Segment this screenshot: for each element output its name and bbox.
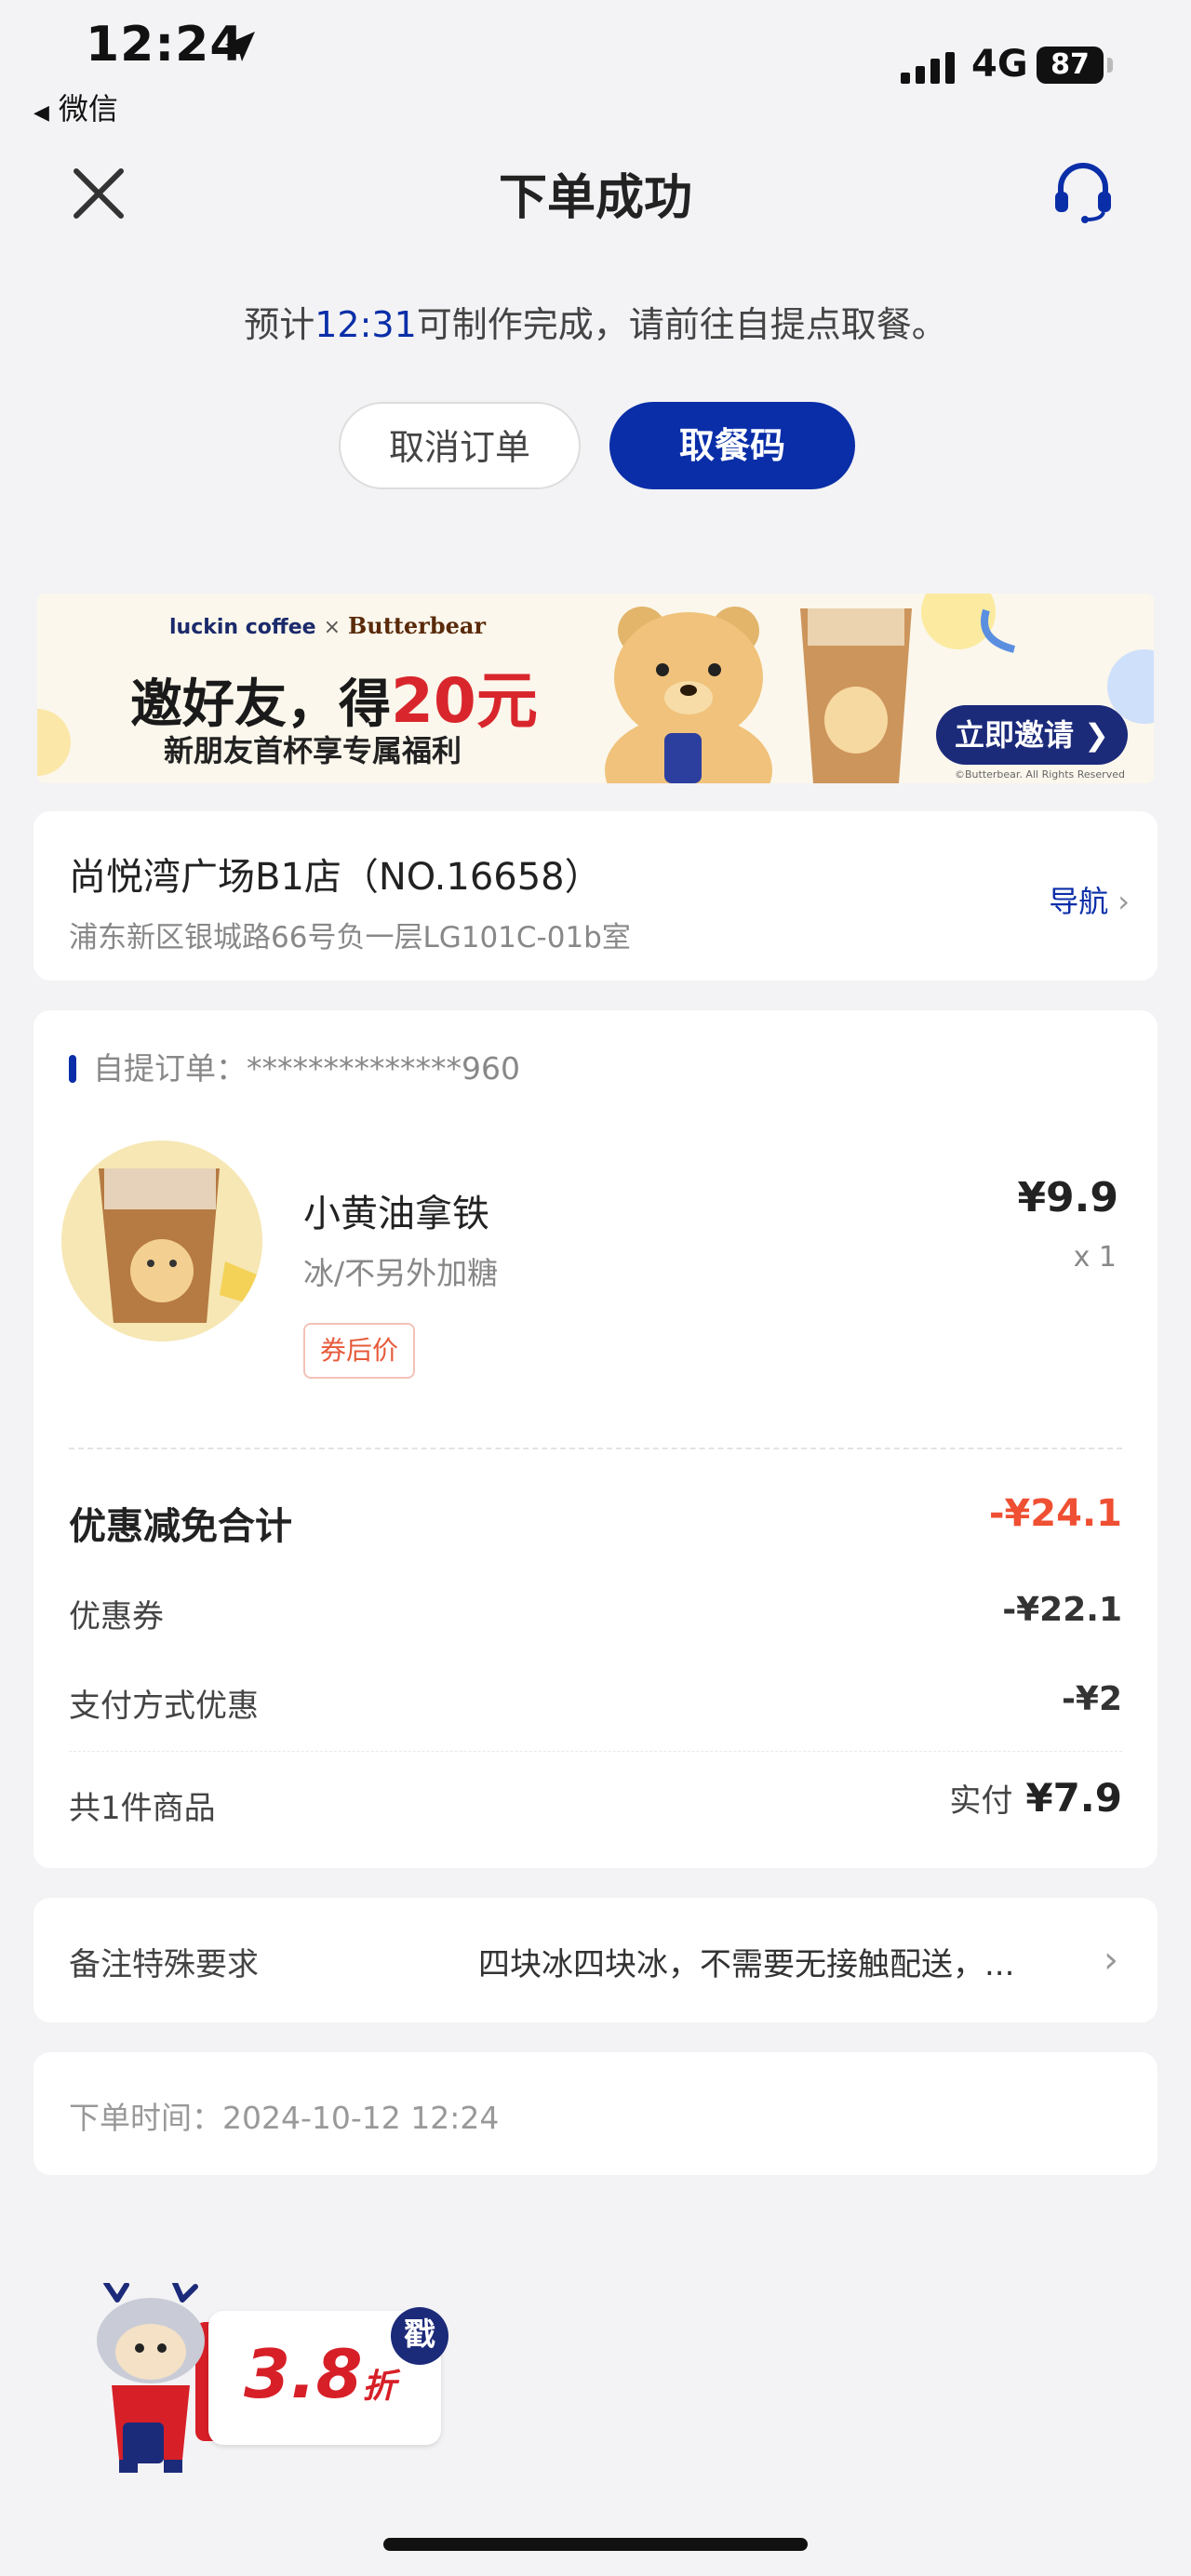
remark-text: 四块冰四块冰，不需要无接触配送，... <box>478 1946 1015 1983</box>
discount-total-value: -¥24.1 <box>988 1492 1122 1535</box>
back-app-label: 微信 <box>58 91 118 127</box>
banner-decoration <box>921 594 1016 653</box>
store-name: 尚悦湾广场B1店（NO.16658） <box>69 856 602 899</box>
remark-row[interactable]: 备注特殊要求 四块冰四块冰，不需要无接触配送，... › <box>33 1898 1158 2022</box>
item-count: 共1件商品 <box>69 1790 216 1827</box>
order-card: 自提订单：**************960 小黄油拿铁 冰/不另外加糖 券后价… <box>33 1010 1158 1868</box>
order-time-value: 2024-10-12 12:24 <box>222 2100 500 2136</box>
product-name: 小黄油拿铁 <box>303 1193 489 1235</box>
order-time-label: 下单时间： <box>69 2100 222 2136</box>
battery-level: 87 <box>1050 48 1090 81</box>
after-coupon-tag: 券后价 <box>303 1323 415 1379</box>
eta-message: 预计12:31可制作完成，请前往自提点取餐。 <box>0 296 1191 347</box>
pickup-code-button[interactable]: 取餐码 <box>609 402 855 489</box>
order-id-label: 自提订单： <box>93 1050 247 1087</box>
paid-value: ¥7.9 <box>1025 1775 1122 1821</box>
navigate-button[interactable]: 导航 › <box>1049 878 1130 921</box>
paid-label: 实付 <box>949 1782 1013 1820</box>
customer-service-icon[interactable] <box>1050 158 1117 225</box>
divider <box>69 1751 1122 1752</box>
discount-total-label: 优惠减免合计 <box>69 1505 292 1548</box>
iced-latte-image <box>800 608 912 783</box>
battery-icon: 87 <box>1037 47 1104 84</box>
chevron-right-icon: › <box>1117 884 1130 919</box>
coupon-label: 优惠券 <box>69 1598 164 1635</box>
back-triangle-icon: ◀ <box>33 101 49 125</box>
invite-banner[interactable]: luckin coffee × Butterbear 邀好友，得20元 新朋友首杯享… <box>37 594 1154 783</box>
store-card: 尚悦湾广场B1店（NO.16658） 浦东新区银城路66号负一层LG101C-0… <box>33 811 1158 981</box>
deer-mascot-icon <box>97 2283 205 2473</box>
banner-brand: luckin coffee × Butterbear <box>169 612 487 639</box>
payment-discount-value: -¥2 <box>1061 1680 1122 1718</box>
promo-badge: 戳 <box>391 2307 448 2365</box>
invite-now-button[interactable]: 立即邀请 ❯ <box>936 705 1128 765</box>
order-time-card: 下单时间：2024-10-12 12:24 <box>33 2052 1158 2175</box>
cancel-order-button[interactable]: 取消订单 <box>339 402 581 489</box>
back-to-app[interactable]: ◀ 微信 <box>33 86 118 128</box>
promo-discount: 3.8折 <box>244 2335 396 2413</box>
order-id: 自提订单：**************960 <box>69 1044 520 1088</box>
chevron-right-icon: › <box>1104 1939 1118 1982</box>
product-quantity: x 1 <box>1073 1241 1117 1274</box>
navigate-label: 导航 <box>1049 884 1109 919</box>
banner-copyright: ©Butterbear. All Rights Reserved <box>955 768 1125 781</box>
luckin-logo-text: luckin coffee <box>169 616 316 639</box>
store-address: 浦东新区银城路66号负一层LG101C-01b室 <box>69 921 631 954</box>
product-image <box>61 1141 262 1341</box>
paid-amount: 实付 ¥7.9 <box>949 1775 1122 1821</box>
discount-promo-sticker[interactable]: 3.8折 戳 <box>86 2283 476 2475</box>
butterbear-mascot-image <box>605 607 772 783</box>
iced-latte-cup-image <box>61 1141 262 1341</box>
chevron-right-icon: ❯ <box>1084 717 1109 753</box>
eta-prefix: 预计 <box>244 304 315 345</box>
location-arrow-icon <box>225 32 255 61</box>
order-time: 下单时间：2024-10-12 12:24 <box>69 2093 499 2138</box>
banner-decoration <box>37 709 71 776</box>
page-title: 下单成功 <box>498 170 692 226</box>
remark-label: 备注特殊要求 <box>69 1946 259 1983</box>
divider <box>69 1448 1122 1449</box>
accent-bar <box>69 1055 76 1083</box>
status-bar: 12:24 ◀ 微信 4G 87 <box>0 0 1191 130</box>
product-price: ¥9.9 <box>1017 1174 1118 1221</box>
banner-subtitle: 新朋友首杯享专属福利 <box>164 733 462 768</box>
coupon-value: -¥22.1 <box>1002 1591 1122 1629</box>
order-id-value: **************960 <box>247 1050 520 1087</box>
battery-tip <box>1107 58 1113 73</box>
butterbear-logo-text: Butterbear <box>348 612 487 639</box>
eta-time: 12:31 <box>314 304 417 345</box>
eta-suffix: 可制作完成，请前往自提点取餐。 <box>416 304 947 345</box>
network-type: 4G <box>971 43 1028 86</box>
banner-amount: 20元 <box>391 665 538 737</box>
product-spec: 冰/不另外加糖 <box>303 1255 499 1291</box>
signal-icon <box>901 52 955 84</box>
payment-discount-label: 支付方式优惠 <box>69 1688 259 1725</box>
home-indicator[interactable] <box>383 2538 808 2551</box>
status-time: 12:24 <box>86 17 245 73</box>
